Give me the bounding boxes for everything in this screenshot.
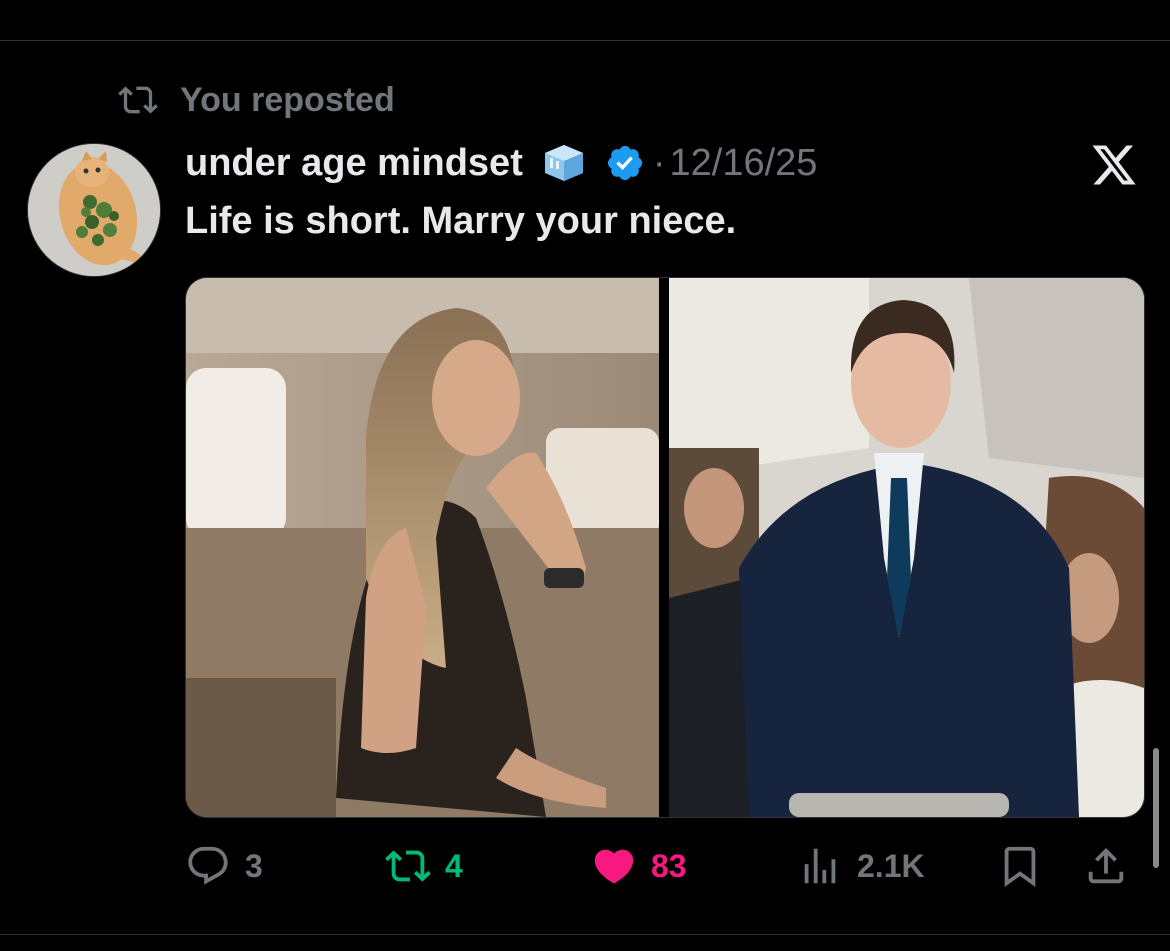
x-logo-icon	[1092, 145, 1136, 185]
author-name[interactable]: under age mindset	[185, 142, 523, 185]
reply-count: 3	[245, 847, 263, 884]
bookmark-icon	[1004, 846, 1036, 887]
reply-icon	[188, 846, 228, 885]
top-divider	[0, 40, 1170, 41]
views-icon	[804, 848, 836, 884]
heart-icon	[594, 849, 634, 884]
repost-count: 4	[445, 847, 463, 884]
scrollbar[interactable]	[1153, 748, 1159, 868]
repost-icon	[385, 850, 431, 882]
share-icon	[1088, 847, 1124, 884]
photo-right[interactable]	[669, 278, 1144, 817]
photo-left[interactable]	[186, 278, 659, 817]
bottom-divider	[0, 934, 1170, 935]
views-button[interactable]: 2.1K	[797, 838, 925, 894]
repost-banner[interactable]: You reposted	[118, 80, 395, 120]
verified-badge-icon[interactable]	[605, 143, 645, 183]
media-gap	[659, 278, 669, 817]
post-text: Life is short. Marry your niece.	[185, 200, 737, 242]
media-grid[interactable]	[185, 277, 1145, 818]
action-bar: 3 4 83 2.1K	[185, 838, 1145, 894]
ice-cube-icon	[544, 145, 583, 181]
share-button[interactable]	[1083, 838, 1129, 894]
post-date[interactable]: 12/16/25	[670, 142, 818, 185]
reply-button[interactable]: 3	[185, 838, 263, 894]
repost-button[interactable]: 4	[385, 838, 463, 894]
header-separator: ·	[652, 141, 666, 184]
avatar[interactable]	[27, 143, 161, 277]
repost-icon	[118, 86, 158, 114]
post-header: under age mindset · 12/16/25	[185, 140, 817, 186]
like-count: 83	[651, 847, 687, 884]
bookmark-button[interactable]	[997, 838, 1043, 894]
like-button[interactable]: 83	[591, 838, 687, 894]
repost-banner-text: You reposted	[180, 80, 395, 119]
views-count: 2.1K	[857, 847, 925, 884]
